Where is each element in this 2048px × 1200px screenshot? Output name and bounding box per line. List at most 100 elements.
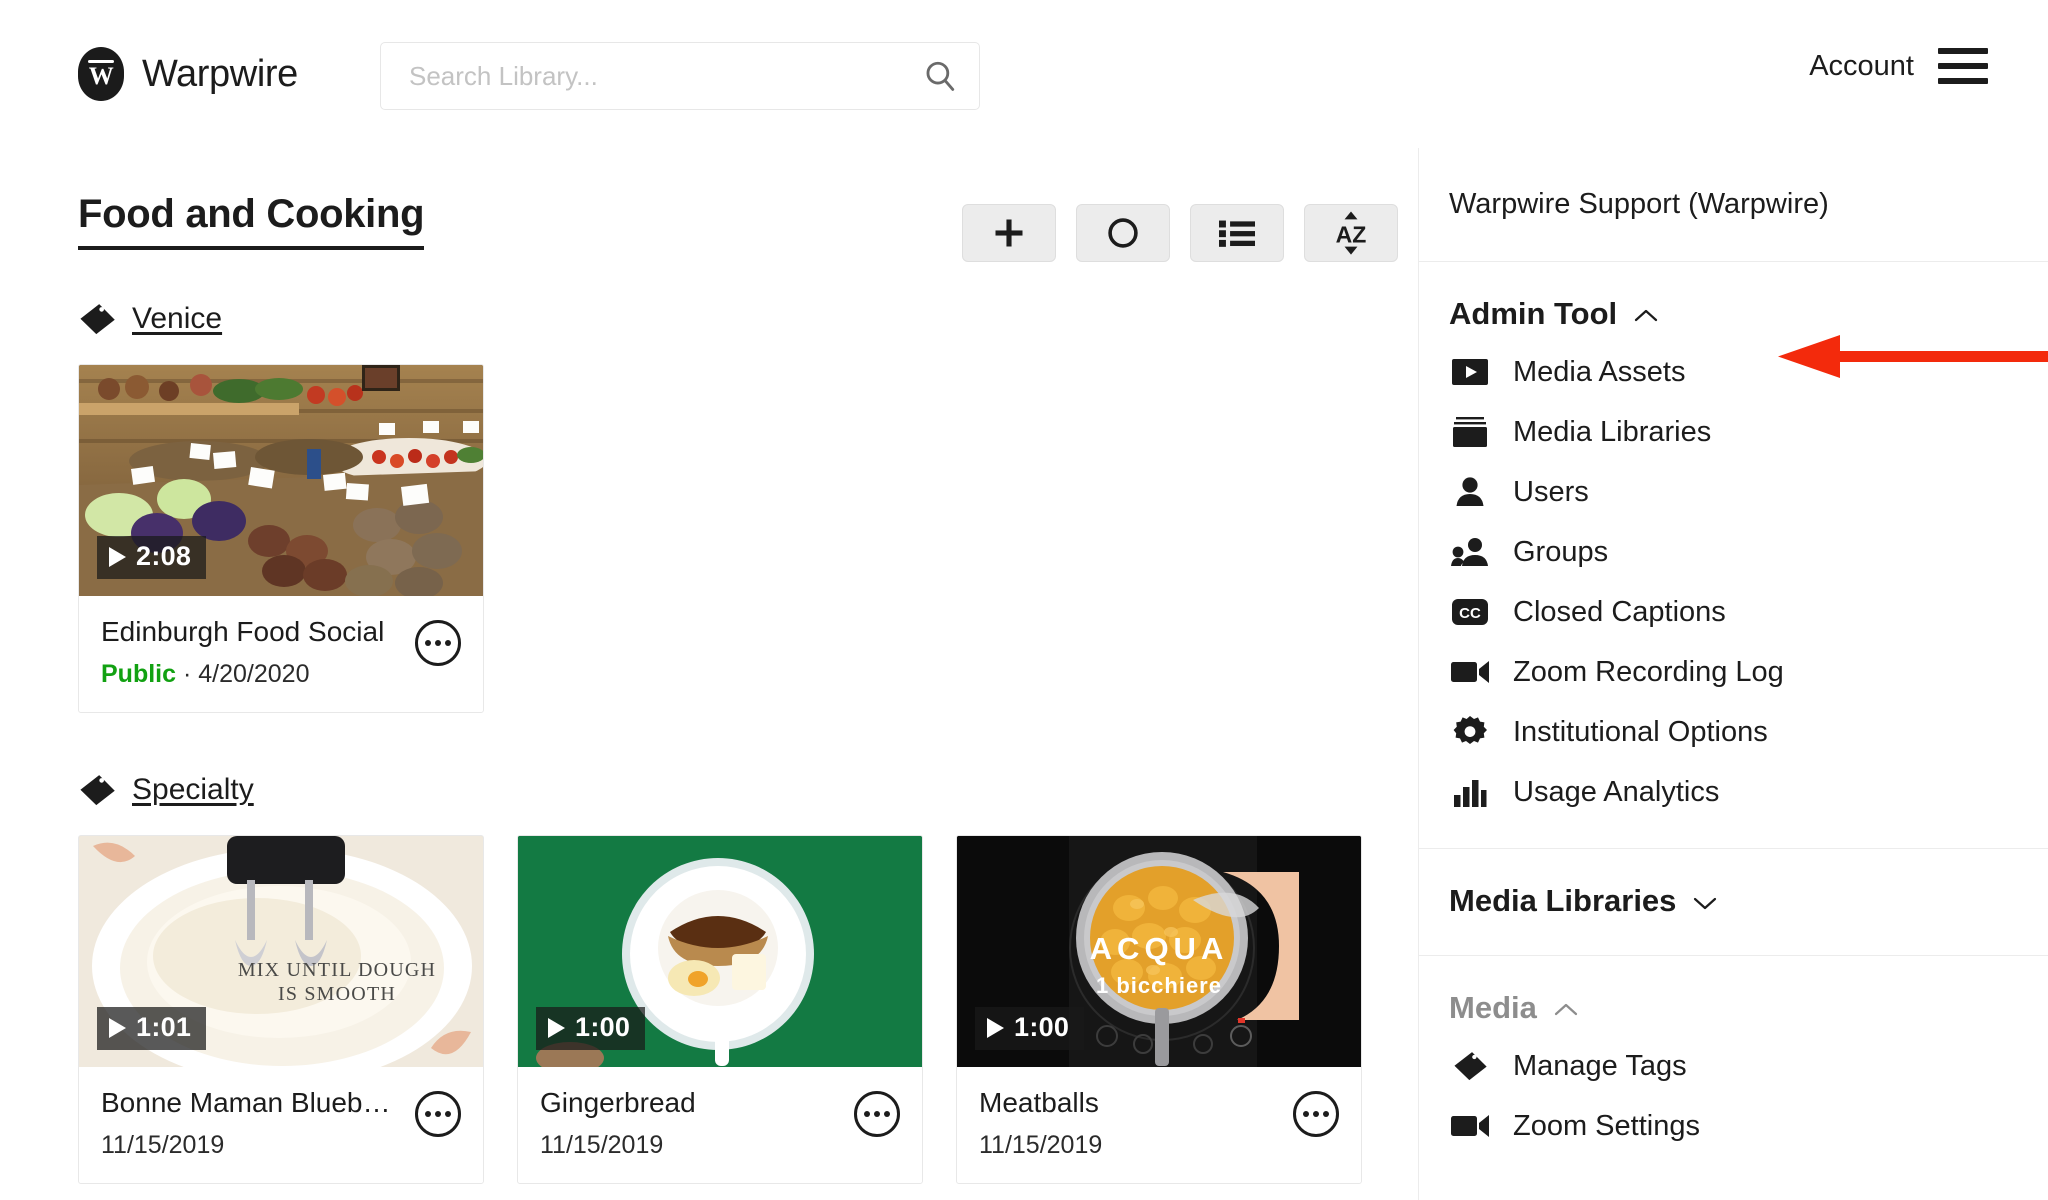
- tag-link-specialty[interactable]: Specialty: [132, 773, 254, 807]
- duration-badge: 1:00: [975, 1007, 1085, 1050]
- tag-link-venice[interactable]: Venice: [132, 302, 222, 336]
- media-card[interactable]: 2:08 Edinburgh Food Social Public · 4/20…: [78, 364, 484, 713]
- media-thumbnail[interactable]: 1:00: [518, 836, 922, 1067]
- sidebar-current-user[interactable]: Warpwire Support (Warpwire): [1419, 148, 2048, 261]
- play-icon: [109, 1017, 126, 1038]
- sidebar-item-label: Zoom Settings: [1513, 1109, 1700, 1142]
- media-title[interactable]: Bonne Maman Blueb…: [101, 1087, 391, 1119]
- media-meta: 11/15/2019: [101, 1131, 391, 1160]
- warpwire-logo-icon: W: [78, 47, 124, 101]
- media-title[interactable]: Gingerbread: [540, 1087, 696, 1119]
- play-icon: [548, 1017, 565, 1038]
- circle-icon: [1108, 218, 1138, 248]
- duration-text: 1:00: [575, 1012, 631, 1042]
- sidebar-item-zoom-recording-log[interactable]: Zoom Recording Log: [1419, 642, 2048, 702]
- thumbnail-overlay-text: ACQUA 1 bicchiere: [1090, 931, 1229, 999]
- video-camera-icon: [1451, 653, 1489, 691]
- search-icon[interactable]: [923, 59, 957, 93]
- sidebar-item-usage-analytics[interactable]: Usage Analytics: [1419, 762, 2048, 822]
- sidebar-item-label: Users: [1513, 475, 1589, 508]
- more-options-icon[interactable]: [1293, 1091, 1339, 1137]
- sidebar-item-label: Media Assets: [1513, 355, 1686, 388]
- sidebar-section-media-libraries: Media Libraries: [1419, 849, 2048, 956]
- sidebar-section-media: Media Manage Tags Zoom Settings: [1419, 956, 2048, 1156]
- sidebar-item-label: Zoom Recording Log: [1513, 655, 1784, 688]
- sort-button[interactable]: AZ: [1304, 204, 1398, 262]
- chevron-up-icon[interactable]: [1633, 296, 1659, 332]
- sidebar-item-closed-captions[interactable]: CC Closed Captions: [1419, 582, 2048, 642]
- svg-text:AZ: AZ: [1336, 221, 1367, 247]
- media-meta: 11/15/2019: [979, 1131, 1102, 1160]
- sidebar-item-users[interactable]: Users: [1419, 462, 2048, 522]
- svg-text:CC: CC: [1459, 605, 1481, 622]
- media-card[interactable]: MIX UNTIL DOUGH IS SMOOTH 1:01 Bonne Mam…: [78, 835, 484, 1184]
- account-label[interactable]: Account: [1809, 50, 1914, 83]
- bar-chart-icon: [1451, 773, 1489, 811]
- sidebar-item-label: Media Libraries: [1513, 415, 1712, 448]
- sidebar-section-title: Media Libraries: [1449, 883, 1677, 918]
- group-icon: [1451, 533, 1489, 571]
- media-thumbnail[interactable]: 2:08: [79, 365, 483, 596]
- media-meta: 11/15/2019: [540, 1131, 696, 1160]
- tag-section-header: Specialty: [78, 773, 1418, 807]
- sidebar-section-header-media-libraries[interactable]: Media Libraries: [1419, 849, 2048, 955]
- sidebar-item-label: Manage Tags: [1513, 1049, 1687, 1082]
- search-box[interactable]: [380, 42, 980, 110]
- media-card-grid-specialty: MIX UNTIL DOUGH IS SMOOTH 1:01 Bonne Mam…: [78, 835, 1418, 1184]
- tag-icon: [80, 775, 115, 806]
- brand-name: Warpwire: [142, 52, 298, 95]
- sidebar-section-header-media[interactable]: Media: [1419, 956, 2048, 1036]
- sidebar-item-manage-tags[interactable]: Manage Tags: [1419, 1036, 2048, 1096]
- tag-icon: [1451, 1047, 1489, 1085]
- more-options-icon[interactable]: [854, 1091, 900, 1137]
- sort-az-icon: AZ: [1336, 211, 1367, 255]
- app-header: W Warpwire Account: [0, 0, 2048, 148]
- media-title[interactable]: Edinburgh Food Social: [101, 616, 384, 648]
- media-card-body: Edinburgh Food Social Public · 4/20/2020: [79, 596, 483, 712]
- brand-logo-link[interactable]: W Warpwire: [78, 47, 298, 101]
- svg-text:MIX UNTIL DOUGH: MIX UNTIL DOUGH: [238, 959, 436, 981]
- sidebar-item-media-libraries[interactable]: Media Libraries: [1419, 402, 2048, 462]
- media-title[interactable]: Meatballs: [979, 1087, 1102, 1119]
- more-options-icon[interactable]: [415, 1091, 461, 1137]
- duration-text: 1:01: [136, 1012, 192, 1042]
- library-stack-icon: [1451, 413, 1489, 451]
- record-button[interactable]: [1076, 204, 1170, 262]
- search-input[interactable]: [409, 60, 923, 92]
- sidebar-user-panel: Warpwire Support (Warpwire): [1419, 148, 2048, 262]
- visibility-badge: Public: [101, 660, 177, 688]
- tag-icon: [80, 304, 115, 335]
- list-icon: [1219, 220, 1255, 247]
- hamburger-menu-icon[interactable]: [1938, 48, 1988, 84]
- sidebar-item-media-assets[interactable]: Media Assets: [1419, 342, 2048, 402]
- svg-text:IS SMOOTH: IS SMOOTH: [278, 983, 396, 1005]
- sidebar-item-label: Usage Analytics: [1513, 775, 1720, 808]
- sidebar-section-admin-tool: Admin Tool Media Assets Media Libraries …: [1419, 262, 2048, 849]
- more-options-icon[interactable]: [415, 620, 461, 666]
- play-icon: [109, 546, 126, 567]
- add-button[interactable]: [962, 204, 1056, 262]
- sidebar-item-institutional-options[interactable]: Institutional Options: [1419, 702, 2048, 762]
- account-area[interactable]: Account: [1809, 48, 1988, 84]
- sidebar-item-zoom-settings[interactable]: Zoom Settings: [1419, 1096, 2048, 1156]
- list-view-button[interactable]: [1190, 204, 1284, 262]
- media-thumbnail[interactable]: MIX UNTIL DOUGH IS SMOOTH 1:01: [79, 836, 483, 1067]
- duration-text: 1:00: [1014, 1012, 1070, 1042]
- media-date: 11/15/2019: [101, 1131, 225, 1159]
- sidebar-section-title: Media: [1449, 990, 1537, 1025]
- sidebar-item-groups[interactable]: Groups: [1419, 522, 2048, 582]
- duration-badge: 2:08: [97, 536, 207, 579]
- sidebar-section-title: Admin Tool: [1449, 296, 1618, 331]
- media-thumbnail[interactable]: ACQUA 1 bicchiere 1:00: [957, 836, 1361, 1067]
- media-card[interactable]: 1:00 Gingerbread 11/15/2019: [517, 835, 923, 1184]
- chevron-down-icon[interactable]: [1692, 883, 1718, 919]
- user-icon: [1451, 473, 1489, 511]
- media-card[interactable]: ACQUA 1 bicchiere 1:00 Meatballs 11/15/2…: [956, 835, 1362, 1184]
- media-card-body: Gingerbread 11/15/2019: [518, 1067, 922, 1183]
- sidebar-section-header-admin-tool[interactable]: Admin Tool: [1419, 262, 2048, 342]
- sidebar-item-label: Groups: [1513, 535, 1609, 568]
- chevron-up-icon[interactable]: [1553, 990, 1579, 1026]
- media-date: 11/15/2019: [540, 1131, 664, 1159]
- closed-captions-icon: CC: [1451, 593, 1489, 631]
- plus-icon: [995, 219, 1023, 247]
